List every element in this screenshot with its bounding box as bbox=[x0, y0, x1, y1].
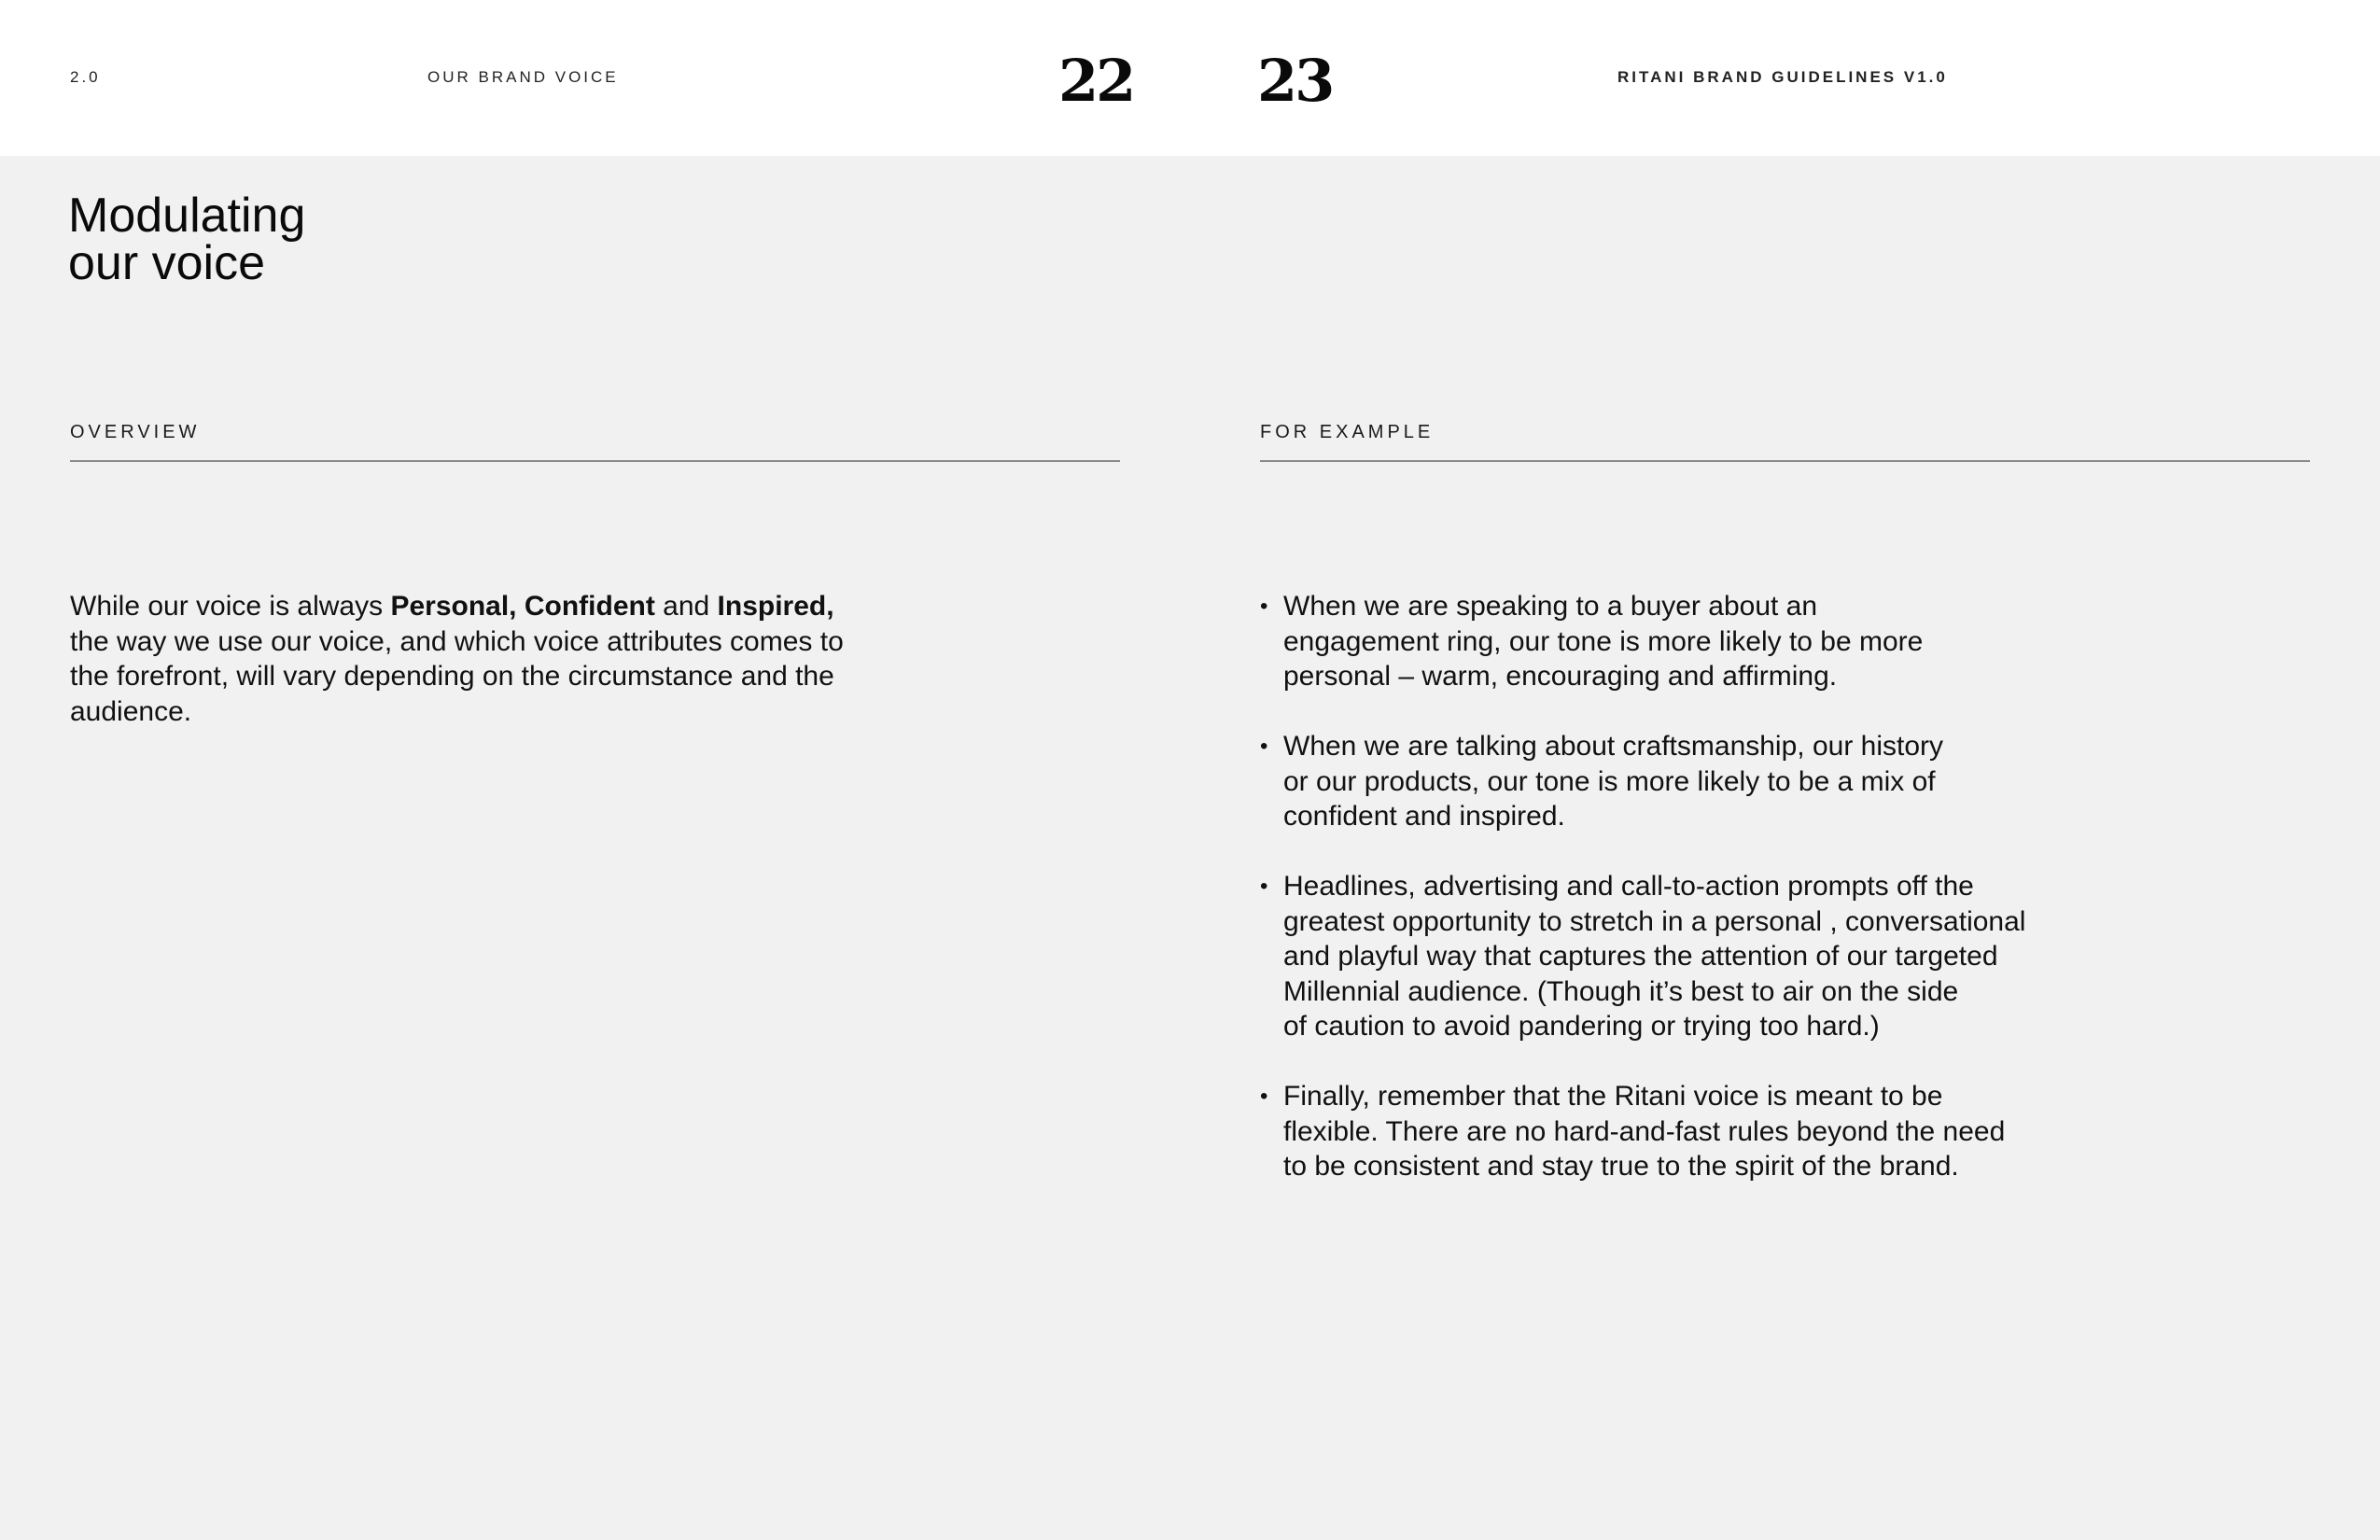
page-number-left: 22 bbox=[1058, 47, 1136, 115]
example-text: Finally, remember that the Ritani voice … bbox=[1283, 1081, 2006, 1182]
page-header: 2.0 OUR BRAND VOICE 22 23 RITANI BRAND G… bbox=[0, 0, 2380, 156]
headline-line-1: Modulating bbox=[68, 189, 306, 243]
bullet-icon: • bbox=[1260, 1084, 1268, 1109]
page-headline: Modulating our voice bbox=[68, 189, 628, 290]
overview-paragraph: While our voice is always Personal, Conf… bbox=[70, 589, 863, 729]
document-title: RITANI BRAND GUIDELINES V1.0 bbox=[1617, 68, 1948, 86]
examples-label: FOR EXAMPLE bbox=[1260, 422, 1435, 442]
bullet-icon: • bbox=[1260, 594, 1268, 619]
overview-divider bbox=[70, 460, 1120, 462]
bullet-icon: • bbox=[1260, 734, 1268, 759]
list-item: • Headlines, advertising and call-to-act… bbox=[1260, 869, 2100, 1044]
brand-guidelines-spread: 2.0 OUR BRAND VOICE 22 23 RITANI BRAND G… bbox=[0, 0, 2380, 1540]
example-text: Headlines, advertising and call-to-actio… bbox=[1283, 871, 2026, 1042]
overview-label: OVERVIEW bbox=[70, 422, 201, 442]
examples-divider bbox=[1260, 460, 2310, 462]
list-item: • Finally, remember that the Ritani voic… bbox=[1260, 1079, 2100, 1184]
section-title: OUR BRAND VOICE bbox=[427, 68, 619, 86]
overview-text-1: While our voice is always bbox=[70, 591, 391, 622]
bullet-icon: • bbox=[1260, 874, 1268, 899]
section-number: 2.0 bbox=[70, 68, 101, 86]
list-item: • When we are speaking to a buyer about … bbox=[1260, 589, 2100, 694]
headline-line-2: our voice bbox=[68, 236, 265, 290]
example-text: When we are talking about craftsmanship,… bbox=[1283, 731, 1944, 832]
page-number-right: 23 bbox=[1257, 47, 1335, 115]
overview-bold-1: Personal, Confident bbox=[390, 591, 655, 622]
overview-bold-2: Inspired, bbox=[717, 591, 834, 622]
examples-list: • When we are speaking to a buyer about … bbox=[1260, 589, 2100, 1219]
example-text: When we are speaking to a buyer about an… bbox=[1283, 591, 1924, 692]
list-item: • When we are talking about craftsmanshi… bbox=[1260, 729, 2100, 834]
overview-text-2: and bbox=[654, 591, 718, 622]
overview-text-3: the way we use our voice, and which voic… bbox=[70, 625, 844, 727]
